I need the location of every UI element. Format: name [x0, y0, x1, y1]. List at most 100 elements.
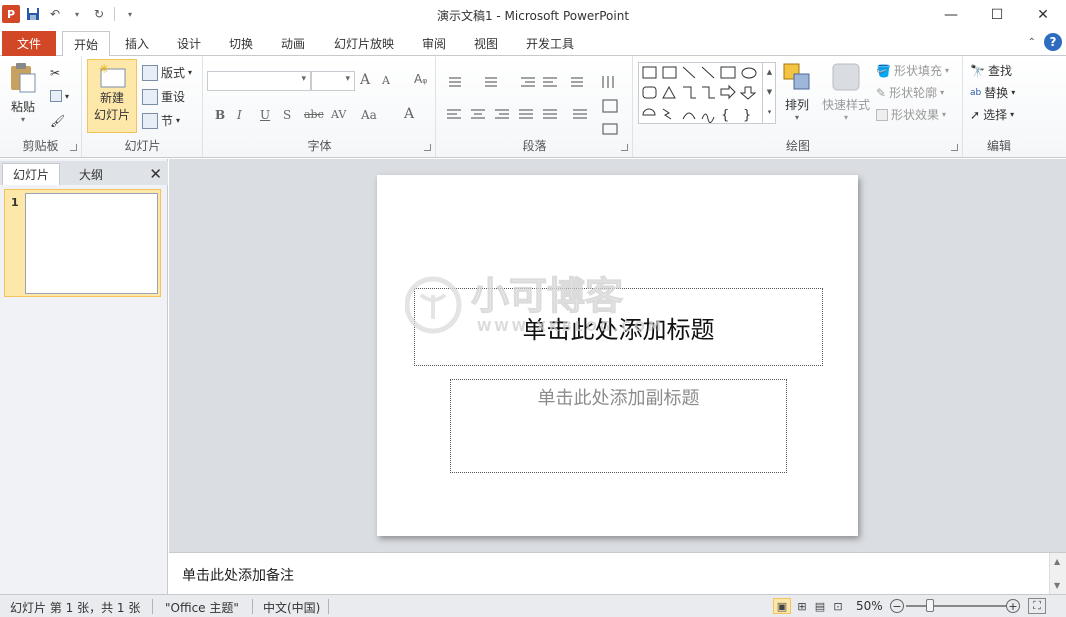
- slideshow-view-icon[interactable]: ⊡: [829, 598, 847, 614]
- slide-sorter-icon[interactable]: ⊞: [793, 598, 811, 614]
- grow-font-button[interactable]: A: [360, 72, 370, 88]
- clear-format-icon[interactable]: Aᵩ: [414, 72, 427, 86]
- slide-canvas[interactable]: 单击此处添加标题 单击此处添加副标题 小可博客 WWW.XKBLOG.COM: [377, 175, 858, 536]
- group-label-font: 字体: [307, 139, 332, 153]
- select-button[interactable]: ➚ 选择 ▾: [970, 106, 1014, 123]
- tab-transitions[interactable]: 切换: [218, 31, 264, 56]
- tab-slides-pane[interactable]: 幻灯片: [2, 163, 60, 185]
- shadow-button[interactable]: S: [283, 108, 291, 122]
- scroll-up-icon[interactable]: ▲: [1054, 557, 1060, 566]
- notes-scrollbar[interactable]: ▲ ▼: [1049, 553, 1066, 595]
- scroll-down-icon[interactable]: ▼: [1054, 581, 1060, 590]
- zoom-in-icon[interactable]: +: [1006, 599, 1020, 613]
- copy-icon[interactable]: ▾: [50, 90, 69, 102]
- status-theme[interactable]: "Office 主题": [165, 599, 239, 616]
- group-paragraph: 段落: [437, 56, 633, 157]
- font-name-combo[interactable]: [207, 71, 311, 91]
- normal-view-icon[interactable]: ▣: [773, 598, 791, 614]
- status-divider: [328, 599, 329, 614]
- status-divider: [152, 599, 153, 614]
- zoom-slider[interactable]: [906, 605, 1006, 607]
- paste-icon: [11, 63, 36, 93]
- notes-placeholder[interactable]: 单击此处添加备注: [182, 565, 294, 585]
- slide-thumbnail[interactable]: [25, 193, 158, 294]
- window-controls: — ☐ ✕: [928, 0, 1066, 30]
- group-editing: 🔭 查找 ab 替换 ▾ ➚ 选择 ▾ 编辑: [964, 56, 1034, 157]
- quick-styles-icon: [832, 63, 860, 91]
- group-label-clipboard: 剪贴板: [22, 139, 59, 153]
- title-placeholder[interactable]: 单击此处添加标题: [414, 288, 823, 366]
- close-button[interactable]: ✕: [1020, 0, 1066, 30]
- tab-view[interactable]: 视图: [463, 31, 509, 56]
- slides-pane: 幻灯片 大纲 ✕ 1: [0, 159, 168, 594]
- tab-home[interactable]: 开始: [62, 31, 111, 57]
- reading-view-icon[interactable]: ▤: [811, 598, 829, 614]
- tab-file[interactable]: 文件: [2, 31, 56, 56]
- tab-slideshow[interactable]: 幻灯片放映: [323, 31, 405, 56]
- font-launcher-icon[interactable]: [424, 144, 431, 151]
- clipboard-launcher-icon[interactable]: [70, 144, 77, 151]
- quick-styles-button[interactable]: 快速样式 ▾: [822, 62, 870, 122]
- slide-editing-area: 单击此处添加标题 单击此处添加副标题 小可博客 WWW.XKBLOG.COM: [169, 159, 1066, 552]
- ribbon: 粘贴 ▾ ✂ ▾ 🖌 剪贴板 ✳ 新建 幻灯片 版式▾ 重设 节▾ 幻灯片 A …: [0, 56, 1066, 158]
- status-divider: [252, 599, 253, 614]
- arrange-button[interactable]: 排列 ▾: [782, 62, 812, 122]
- help-icon[interactable]: ?: [1044, 33, 1062, 51]
- cut-icon[interactable]: ✂: [50, 66, 60, 80]
- fit-to-window-icon[interactable]: ⛶: [1028, 598, 1046, 614]
- change-case-button[interactable]: Aa: [361, 108, 377, 122]
- group-label-slides: 幻灯片: [124, 139, 161, 153]
- strikethrough-button[interactable]: abc: [304, 108, 324, 121]
- shape-effects-button[interactable]: 形状效果 ▾: [876, 106, 946, 123]
- svg-text:✳: ✳: [99, 63, 109, 76]
- shapes-gallery[interactable]: {}: [638, 62, 776, 124]
- replace-icon: ab: [970, 87, 982, 98]
- replace-button[interactable]: ab 替换 ▾: [970, 84, 1015, 101]
- reset-button[interactable]: 重设: [142, 88, 185, 105]
- tab-outline-pane[interactable]: 大纲: [62, 163, 120, 185]
- tab-review[interactable]: 审阅: [411, 31, 457, 56]
- tab-developer[interactable]: 开发工具: [515, 31, 585, 56]
- notes-pane[interactable]: 单击此处添加备注 ▲ ▼: [169, 552, 1066, 595]
- tab-insert[interactable]: 插入: [114, 31, 160, 56]
- format-painter-icon[interactable]: 🖌: [50, 114, 65, 128]
- zoom-level[interactable]: 50%: [856, 599, 883, 613]
- bold-button[interactable]: B: [215, 108, 225, 122]
- layout-button[interactable]: 版式 ▾: [142, 64, 192, 81]
- new-slide-button[interactable]: ✳ 新建 幻灯片: [87, 59, 137, 133]
- zoom-out-icon[interactable]: −: [890, 599, 904, 613]
- font-size-combo[interactable]: [311, 71, 355, 91]
- svg-text:{: {: [721, 108, 729, 123]
- drawing-launcher-icon[interactable]: [951, 144, 958, 151]
- status-language[interactable]: 中文(中国): [263, 599, 320, 616]
- shapes-gallery-scroll[interactable]: ▲ ▼ ▾: [762, 62, 776, 124]
- ribbon-tab-bar: 文件 开始 插入 设计 切换 动画 幻灯片放映 审阅 视图 开发工具 ⌃ ?: [0, 30, 1066, 57]
- shape-outline-button[interactable]: ✎ 形状轮廓 ▾: [876, 84, 944, 101]
- zoom-slider-thumb[interactable]: [926, 599, 934, 612]
- maximize-button[interactable]: ☐: [974, 0, 1020, 30]
- section-button[interactable]: 节 ▾: [142, 112, 180, 129]
- char-spacing-button[interactable]: AV: [331, 108, 346, 121]
- paste-button[interactable]: 粘贴 ▾: [8, 62, 38, 124]
- find-button[interactable]: 🔭 查找: [970, 62, 1012, 79]
- subtitle-placeholder[interactable]: 单击此处添加副标题: [450, 379, 787, 473]
- pencil-icon: ✎: [876, 85, 887, 100]
- minimize-button[interactable]: —: [928, 0, 974, 30]
- cursor-icon: ➚: [970, 107, 981, 122]
- slides-pane-tabs: 幻灯片 大纲 ✕: [0, 161, 168, 185]
- tab-animations[interactable]: 动画: [270, 31, 316, 56]
- paragraph-launcher-icon[interactable]: [621, 144, 628, 151]
- shape-fill-button[interactable]: 🪣 形状填充 ▾: [876, 62, 949, 79]
- editing-scrollbar[interactable]: [1058, 159, 1066, 552]
- italic-button[interactable]: I: [237, 108, 242, 122]
- underline-button[interactable]: U: [260, 108, 270, 122]
- close-pane-icon[interactable]: ✕: [149, 165, 162, 183]
- font-color-button[interactable]: A: [404, 106, 414, 122]
- minimize-ribbon-icon[interactable]: ⌃: [1028, 37, 1036, 48]
- slide-thumbnail-item[interactable]: 1: [4, 189, 161, 297]
- paragraph-icons[interactable]: [443, 70, 623, 140]
- shrink-font-button[interactable]: A: [382, 74, 390, 87]
- group-label-editing: 编辑: [986, 139, 1011, 153]
- slide-number: 1: [11, 196, 19, 209]
- tab-design[interactable]: 设计: [166, 31, 212, 56]
